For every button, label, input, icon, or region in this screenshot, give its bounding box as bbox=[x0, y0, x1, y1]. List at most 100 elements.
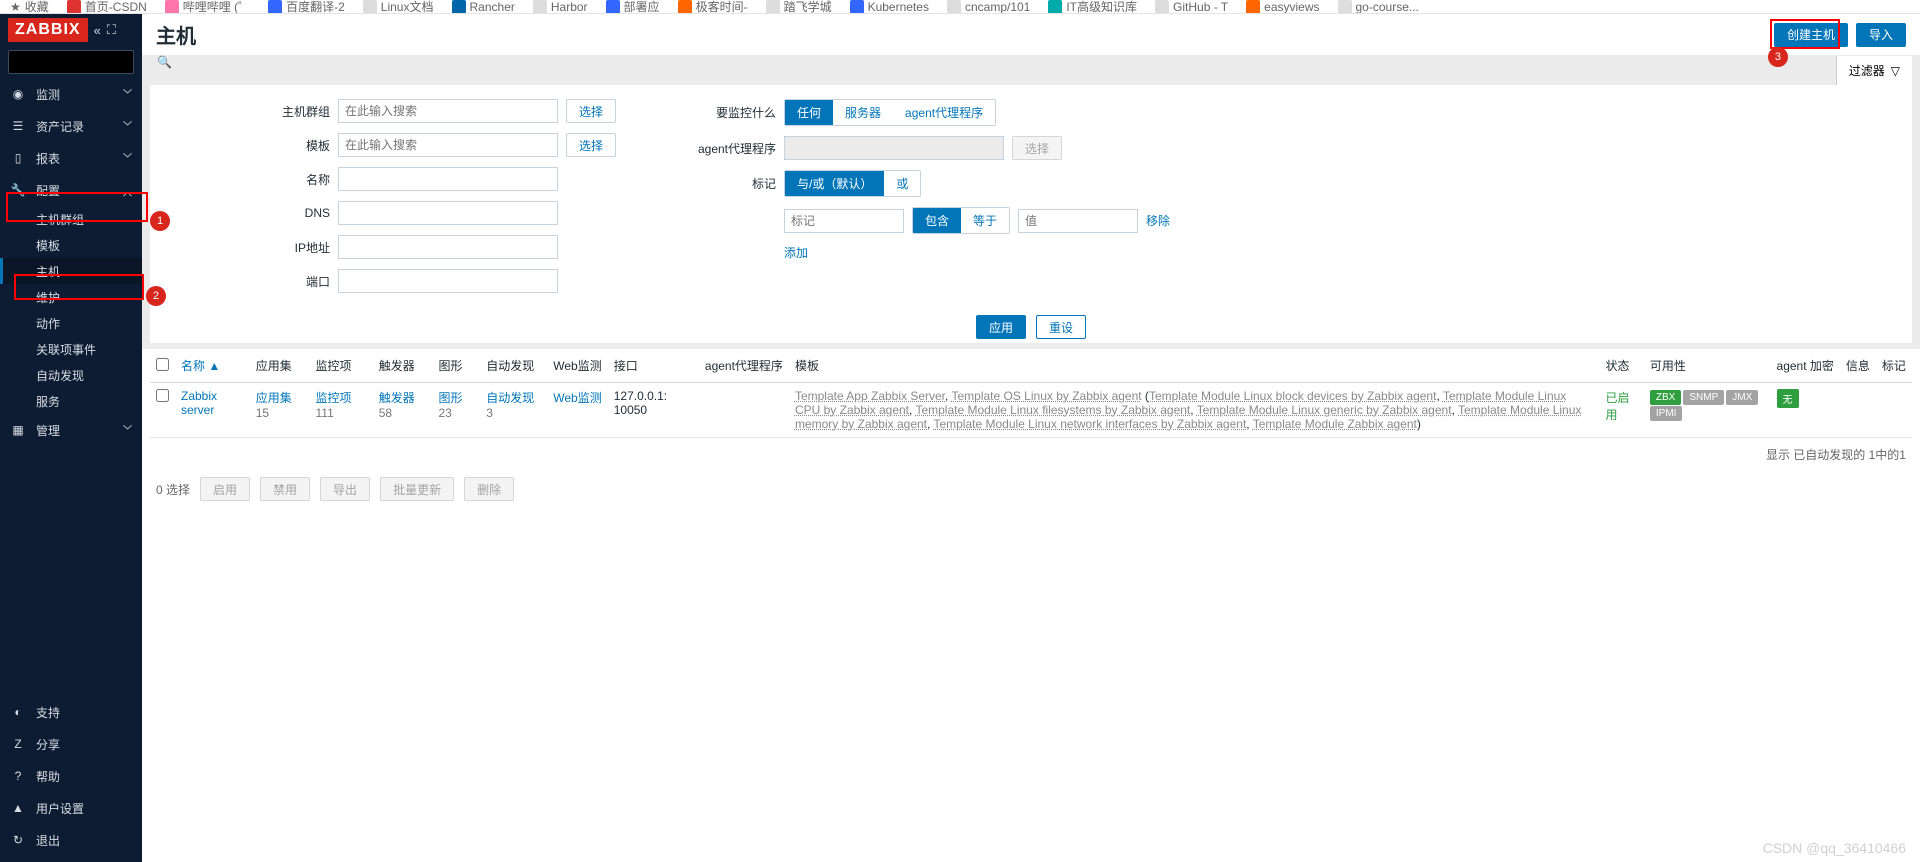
bookmark-deploy[interactable]: 部署应 bbox=[606, 0, 660, 14]
import-button[interactable]: 导入 bbox=[1856, 23, 1906, 47]
in-tag-name[interactable] bbox=[784, 209, 904, 233]
headset-icon: ◐ bbox=[10, 705, 26, 719]
bookmark-bilibili[interactable]: 哔哩哔哩 (゜ bbox=[165, 0, 250, 14]
bookmark-linux[interactable]: Linux文档 bbox=[363, 0, 434, 14]
nav-inventory[interactable]: ☰资产记录﹀ bbox=[0, 110, 142, 142]
bookmark-harbor[interactable]: Harbor bbox=[533, 0, 588, 14]
page-title: 主机 bbox=[156, 20, 196, 49]
iface-cell: 127.0.0.1: 10050 bbox=[608, 383, 699, 438]
row-checkbox[interactable] bbox=[156, 389, 169, 402]
lbl-tags: 标记 bbox=[676, 175, 776, 192]
filter-toggle[interactable]: 过滤器 ▽ bbox=[1836, 56, 1912, 85]
in-ip[interactable] bbox=[338, 235, 558, 259]
bookmark-k8s[interactable]: Kubernetes bbox=[850, 0, 929, 14]
nav-config-templates[interactable]: 模板 bbox=[0, 232, 142, 258]
disc-link[interactable]: 自动发现 bbox=[486, 391, 534, 405]
lbl-monitor: 要监控什么 bbox=[676, 104, 776, 121]
in-tag-val[interactable] bbox=[1018, 209, 1138, 233]
search-input[interactable] bbox=[15, 56, 157, 68]
watermark: CSDN @qq_36410466 bbox=[1763, 840, 1906, 856]
col-name[interactable]: 名称 ▲ bbox=[181, 359, 220, 373]
search-icon[interactable]: 🔍 bbox=[157, 55, 172, 69]
col-apps: 应用集 bbox=[250, 349, 310, 383]
nav-reports[interactable]: ▯报表﹀ bbox=[0, 142, 142, 174]
bookmark-fav[interactable]: ★ 收藏 bbox=[10, 0, 49, 14]
nav-help[interactable]: ?帮助 bbox=[0, 760, 142, 792]
sel-hostgroup[interactable]: 选择 bbox=[566, 99, 616, 123]
tag-add[interactable]: 添加 bbox=[784, 244, 808, 261]
reset-button[interactable]: 重设 bbox=[1036, 315, 1086, 339]
selected-count: 0 选择 bbox=[156, 481, 190, 498]
list-icon: ☰ bbox=[10, 119, 26, 133]
in-template[interactable] bbox=[338, 133, 558, 157]
bookmark-csdn[interactable]: 首页-CSDN bbox=[67, 0, 147, 14]
apps-link[interactable]: 应用集 bbox=[256, 391, 292, 405]
host-link[interactable]: Zabbix server bbox=[181, 389, 217, 417]
col-iface: 接口 bbox=[608, 349, 699, 383]
chevron-down-icon: ﹀ bbox=[123, 117, 132, 135]
bookmark-baidu[interactable]: 百度翻译-2 bbox=[268, 0, 345, 14]
select-all[interactable] bbox=[156, 358, 169, 371]
nav-user[interactable]: ▲用户设置 bbox=[0, 792, 142, 824]
bookmark-rancher[interactable]: Rancher bbox=[452, 0, 515, 14]
nav-config-services[interactable]: 服务 bbox=[0, 388, 142, 414]
collapse-icon[interactable]: « bbox=[94, 23, 101, 38]
items-link[interactable]: 监控项 bbox=[316, 391, 352, 405]
in-name[interactable] bbox=[338, 167, 558, 191]
logo[interactable]: ZABBIX bbox=[8, 18, 88, 42]
bulk-export: 导出 bbox=[320, 477, 370, 501]
seg-tagop[interactable]: 包含等于 bbox=[912, 207, 1010, 234]
bookmark-luffy[interactable]: 踏飞学城 bbox=[766, 0, 832, 14]
sel-template[interactable]: 选择 bbox=[566, 133, 616, 157]
apply-button[interactable]: 应用 bbox=[976, 315, 1026, 339]
in-port[interactable] bbox=[338, 269, 558, 293]
seg-tagmode[interactable]: 与/或（默认）或 bbox=[784, 170, 921, 197]
filter-icon: ▽ bbox=[1891, 64, 1900, 78]
graphs-link[interactable]: 图形 bbox=[438, 391, 462, 405]
availability-cell: ZBXSNMPJMXIPMI bbox=[1644, 383, 1771, 438]
triggers-link[interactable]: 触发器 bbox=[379, 391, 415, 405]
tag-remove[interactable]: 移除 bbox=[1146, 212, 1170, 229]
in-dns[interactable] bbox=[338, 201, 558, 225]
annotation-badge-2: 2 bbox=[146, 286, 166, 306]
sidebar-search[interactable]: 🔍 bbox=[8, 50, 134, 74]
lbl-ip: IP地址 bbox=[150, 239, 330, 256]
bookmark-easyviews[interactable]: easyviews bbox=[1246, 0, 1319, 14]
filter-label: 过滤器 bbox=[1849, 62, 1885, 79]
nav-config-actions[interactable]: 动作 bbox=[0, 310, 142, 336]
nav-admin[interactable]: ▦管理﹀ bbox=[0, 414, 142, 446]
nav-support[interactable]: ◐支持 bbox=[0, 696, 142, 728]
create-host-button[interactable]: 创建主机 bbox=[1774, 23, 1848, 47]
nav-config-discovery[interactable]: 自动发现 bbox=[0, 362, 142, 388]
nav-logout[interactable]: ↻退出 bbox=[0, 824, 142, 856]
gear-icon: ▦ bbox=[10, 423, 26, 437]
nav-config-maintenance[interactable]: 维护 bbox=[0, 284, 142, 310]
fullscreen-icon[interactable]: ⛶ bbox=[107, 22, 116, 38]
status-link[interactable]: 已启用 bbox=[1605, 391, 1629, 422]
sidebar: ZABBIX « ⛶ 🔍 ◉监测﹀ ☰资产记录﹀ ▯报表﹀ 🔧配置︿ 主机群组 … bbox=[0, 14, 142, 862]
bookmark-github[interactable]: GitHub - T bbox=[1155, 0, 1228, 14]
in-hostgroup[interactable] bbox=[338, 99, 558, 123]
chevron-down-icon: ﹀ bbox=[123, 85, 132, 103]
bookmark-gocourse[interactable]: go-course... bbox=[1338, 0, 1419, 14]
bookmark-geek[interactable]: 极客时间- bbox=[678, 0, 748, 14]
bulk-enable: 启用 bbox=[200, 477, 250, 501]
nav-config-hostgroups[interactable]: 主机群组 bbox=[0, 206, 142, 232]
web-link[interactable]: Web监测 bbox=[553, 391, 601, 405]
nav-share[interactable]: Z分享 bbox=[0, 728, 142, 760]
col-status: 状态 bbox=[1599, 349, 1643, 383]
seg-monitor[interactable]: 任何 服务器 agent代理程序 bbox=[784, 99, 996, 126]
lbl-template: 模板 bbox=[150, 137, 330, 154]
chevron-down-icon: ﹀ bbox=[123, 421, 132, 439]
eye-icon: ◉ bbox=[10, 87, 26, 101]
table-footer: 显示 已自动发现的 1中的1 bbox=[142, 438, 1920, 471]
bookmark-cncamp[interactable]: cncamp/101 bbox=[947, 0, 1030, 14]
nav-monitoring[interactable]: ◉监测﹀ bbox=[0, 78, 142, 110]
nav-config-hosts[interactable]: 主机 bbox=[0, 258, 142, 284]
enc-tag: 无 bbox=[1777, 389, 1799, 408]
nav-config-correlation[interactable]: 关联项事件 bbox=[0, 336, 142, 362]
nav-config[interactable]: 🔧配置︿ bbox=[0, 174, 142, 206]
bookmark-itedu[interactable]: IT高级知识库 bbox=[1048, 0, 1137, 14]
bulk-delete: 删除 bbox=[464, 477, 514, 501]
col-proxy: agent代理程序 bbox=[699, 349, 789, 383]
